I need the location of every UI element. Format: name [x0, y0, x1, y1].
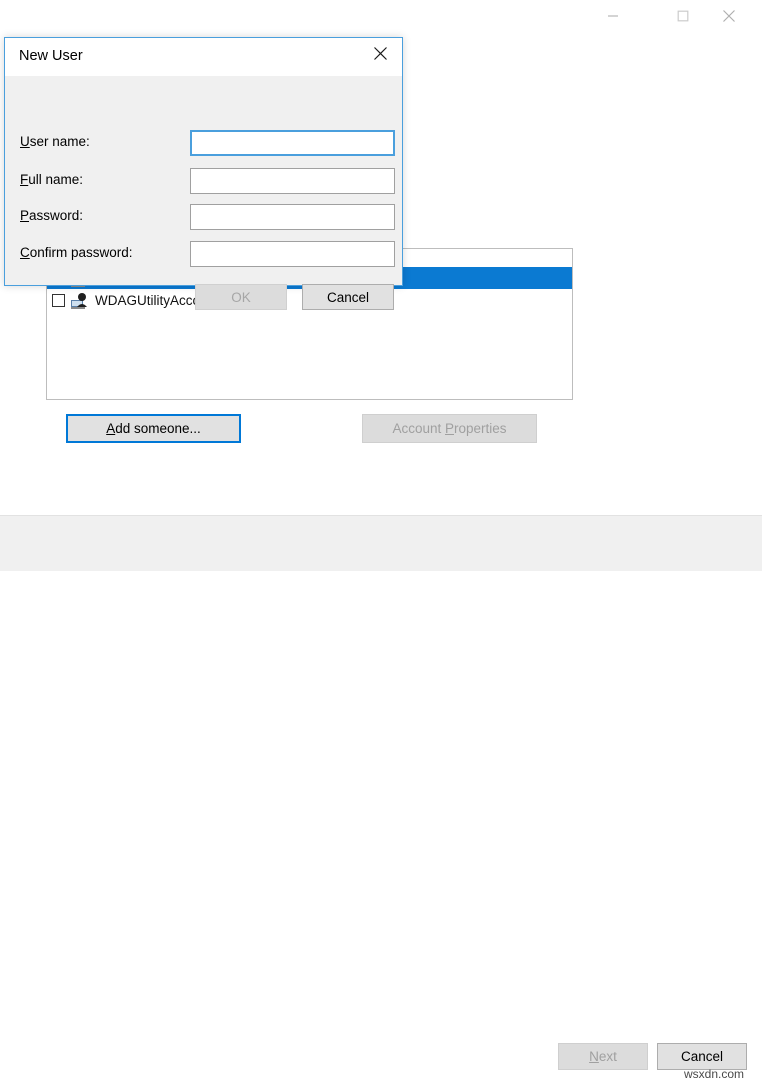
ok-label: OK	[231, 289, 251, 305]
dialog-titlebar: New User	[5, 38, 402, 76]
close-icon[interactable]	[706, 0, 752, 31]
cancel-label: Cancel	[680, 1049, 724, 1064]
minimize-icon[interactable]	[590, 0, 636, 31]
account-properties-button[interactable]: Account Properties	[362, 414, 537, 443]
field-row-username: User name:	[5, 130, 402, 156]
password-label: Password:	[20, 208, 84, 223]
password-input[interactable]	[190, 204, 395, 230]
fullname-label: Full name:	[20, 172, 84, 187]
username-label: User name:	[20, 134, 90, 149]
add-someone-button[interactable]: Add someone...	[66, 414, 241, 443]
field-row-confirm-password: Confirm password:	[5, 241, 402, 267]
window-titlebar	[0, 0, 762, 36]
dialog-cancel-label: Cancel	[326, 289, 370, 305]
row-checkbox[interactable]	[52, 293, 65, 307]
new-user-dialog: New User User name: Full name: Password:…	[4, 37, 403, 310]
fullname-input[interactable]	[190, 168, 395, 194]
username-input[interactable]	[190, 130, 395, 156]
maximize-icon[interactable]	[660, 0, 706, 31]
user-account-icon	[71, 292, 89, 309]
confirm-password-label: Confirm password:	[20, 245, 133, 260]
add-someone-label: Add someone...	[106, 421, 201, 436]
ok-button[interactable]: OK	[195, 284, 287, 310]
next-label: Next	[589, 1049, 617, 1064]
footer-bar: Next Cancel wsxdn.com	[0, 515, 762, 1081]
confirm-password-input[interactable]	[190, 241, 395, 267]
watermark: wsxdn.com	[684, 1067, 745, 1081]
close-icon[interactable]	[358, 38, 402, 68]
field-row-password: Password:	[5, 204, 402, 230]
dialog-body: User name: Full name: Password: Confirm …	[5, 76, 402, 285]
dialog-cancel-button[interactable]: Cancel	[302, 284, 394, 310]
dialog-title: New User	[19, 48, 83, 64]
cancel-button[interactable]: Cancel	[657, 1043, 747, 1070]
field-row-fullname: Full name:	[5, 168, 402, 194]
next-button[interactable]: Next	[558, 1043, 648, 1070]
account-properties-label: Account Properties	[392, 421, 507, 436]
